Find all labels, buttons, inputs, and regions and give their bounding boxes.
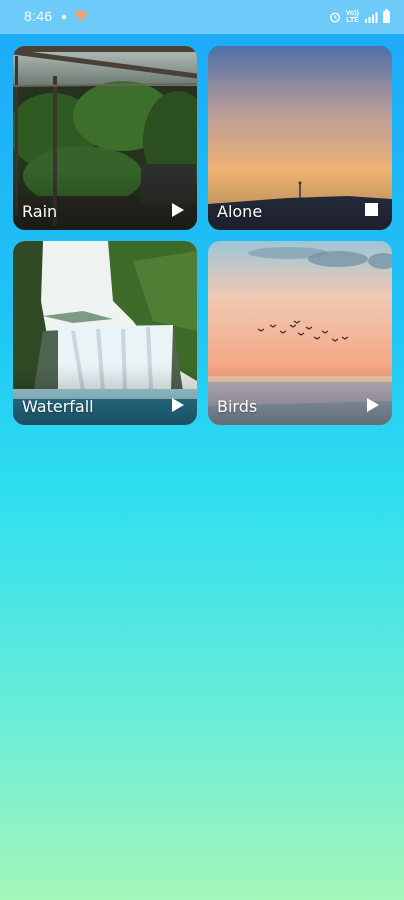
status-bar: 8:46 Vo)) LTE [0, 0, 404, 34]
sound-card-birds[interactable]: Birds [208, 241, 392, 425]
signal-icon [365, 12, 378, 23]
card-shade [208, 365, 392, 425]
card-shade [13, 170, 197, 230]
card-label: Alone [217, 202, 263, 221]
battery-icon [383, 9, 390, 23]
heart-icon [75, 10, 87, 21]
play-icon [367, 398, 379, 412]
network-bottom-label: LTE [346, 17, 359, 24]
network-top-label: Vo)) [345, 10, 359, 17]
alarm-icon [329, 12, 340, 23]
card-shade [208, 170, 392, 230]
stop-button[interactable] [364, 202, 380, 218]
stop-icon [365, 203, 378, 216]
card-label: Waterfall [22, 397, 94, 416]
sound-card-waterfall[interactable]: Waterfall [13, 241, 197, 425]
notification-dot-icon [62, 15, 66, 19]
play-icon [172, 203, 184, 217]
sound-card-alone[interactable]: Alone [208, 46, 392, 230]
card-label: Rain [22, 202, 58, 221]
play-icon [172, 398, 184, 412]
play-button[interactable] [169, 397, 185, 413]
card-label: Birds [217, 397, 258, 416]
network-indicator: Vo)) LTE [346, 10, 359, 24]
play-button[interactable] [169, 202, 185, 218]
card-shade [13, 365, 197, 425]
play-button[interactable] [364, 397, 380, 413]
status-icons: Vo)) LTE [329, 9, 390, 25]
status-time: 8:46 [24, 8, 53, 24]
sound-card-rain[interactable]: Rain [13, 46, 197, 230]
